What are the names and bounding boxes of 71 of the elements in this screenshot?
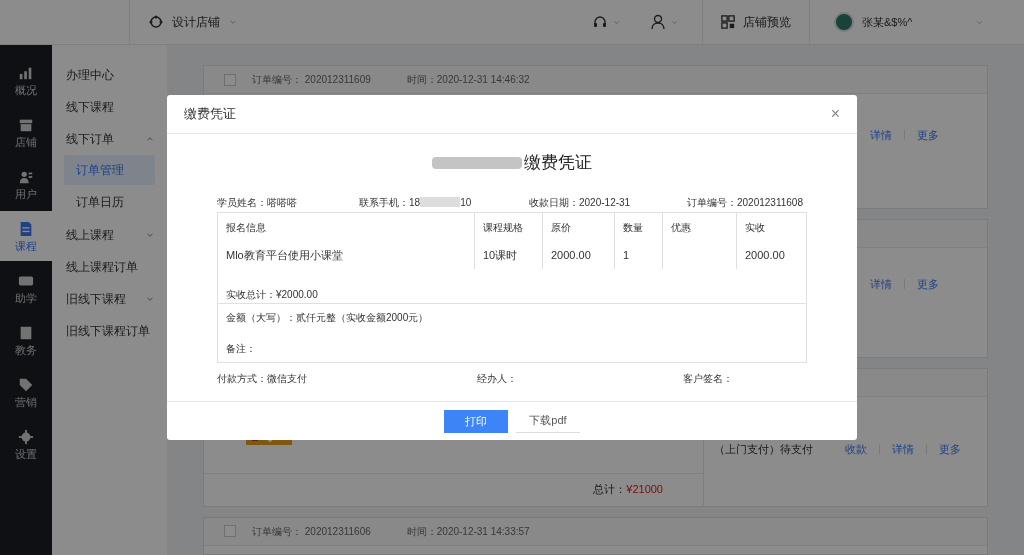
submenu-item[interactable]: 线上课程订单 [64,251,155,283]
phone-number: 10 [460,195,472,210]
document-icon [18,220,34,237]
order-number: 订单编号：202012311608 [687,195,803,210]
nav-item[interactable]: 营销 [0,367,52,417]
amount-in-words: 金额（大写）：贰仟元整（实收金额2000元） [226,311,430,325]
table-cell-text: Mlo教育平台使用小课堂 [226,247,344,263]
nav-item[interactable]: 教务 [0,315,52,365]
nav-item[interactable]: 设置 [0,419,52,469]
payment-status: （上门支付）待支付 [714,441,813,457]
redacted-blur [420,197,461,207]
print-button[interactable]: 打印 [444,409,508,433]
column-header: 实收 [745,220,766,235]
submenu-item[interactable]: 订单管理 [64,155,155,185]
nav-item[interactable]: 概况 [0,55,52,105]
action-link[interactable]: 收款 [845,440,867,458]
submenu-item[interactable]: 旧线下课程 [64,283,155,315]
order-number: 订单编号： 202012311609 [252,73,371,87]
action-link[interactable]: 更多 [939,440,961,458]
user-name[interactable]: 张某&$%^ [862,13,967,31]
total-received: 实收总计：¥2000.00 [226,288,318,302]
checkbox[interactable] [224,525,236,538]
order-time: 时间：2020-12-31 14:33:57 [406,524,530,539]
handler-label: 经办人： [477,371,518,386]
settings-icon [18,428,34,445]
submenu-item[interactable]: 线下订单 [64,123,155,155]
action-link[interactable]: 详情 [870,126,892,144]
order-number: 订单编号： 202012311606 [252,524,371,539]
submenu-item[interactable]: 旧线下课程订单 [64,315,155,347]
action-link[interactable]: 更多 [917,126,939,144]
submenu-item[interactable]: 线下课程 [64,91,155,123]
store-preview-link[interactable]: 店铺预览 [743,13,791,31]
action-link[interactable]: 更多 [917,275,939,293]
shop-name[interactable]: 设计店铺 [172,13,220,31]
nav-item[interactable]: 店铺 [0,107,52,157]
total-amount: ¥21000 [626,482,663,498]
column-header: 原价 [551,220,572,235]
column-header: 报名信息 [226,220,267,235]
tag-icon [18,376,34,393]
receipt-heading: 缴费凭证 [524,152,592,175]
submenu-item[interactable]: 线上课程 [64,219,155,251]
payment-method: 付款方式：微信支付 [217,371,308,386]
student-name: 学员姓名：嗒嗒嗒 [217,195,298,210]
total-label: 总计： [593,482,627,498]
action-link[interactable]: 详情 [892,440,914,458]
table-cell-text: 2000.00 [745,247,786,263]
close-button[interactable]: × [830,106,840,122]
shop-network-icon [148,14,164,30]
nav-item[interactable]: 用户 [0,159,52,209]
remark-label: 备注： [226,342,257,356]
nav-item[interactable]: 助学 [0,263,52,313]
order-time: 时间：2020-12-31 14:46:32 [406,73,530,87]
submenu-item[interactable]: 办理中心 [64,59,155,91]
submenu-item[interactable]: 订单日历 [64,187,155,217]
column-header: 课程规格 [483,220,524,235]
column-header: 数量 [623,220,644,235]
headset-icon [592,14,608,30]
qr-code-icon [721,15,735,29]
table-cell-text: 1 [623,247,631,263]
payment-date: 收款日期：2020-12-31 [529,195,632,210]
nav-item[interactable]: 课程 [0,211,52,261]
signature-label: 客户签名： [683,371,733,386]
table-cell-text: 10课时 [483,247,519,263]
phone-number: 联系手机：18 [359,195,421,210]
dialog-title: 缴费凭证 [184,105,237,124]
user-icon [650,14,666,30]
action-link[interactable]: 详情 [870,275,892,293]
column-header: 优惠 [671,220,692,235]
avatar [834,12,854,32]
checkbox[interactable] [224,73,236,86]
table-cell-text: 2000.00 [551,247,592,263]
